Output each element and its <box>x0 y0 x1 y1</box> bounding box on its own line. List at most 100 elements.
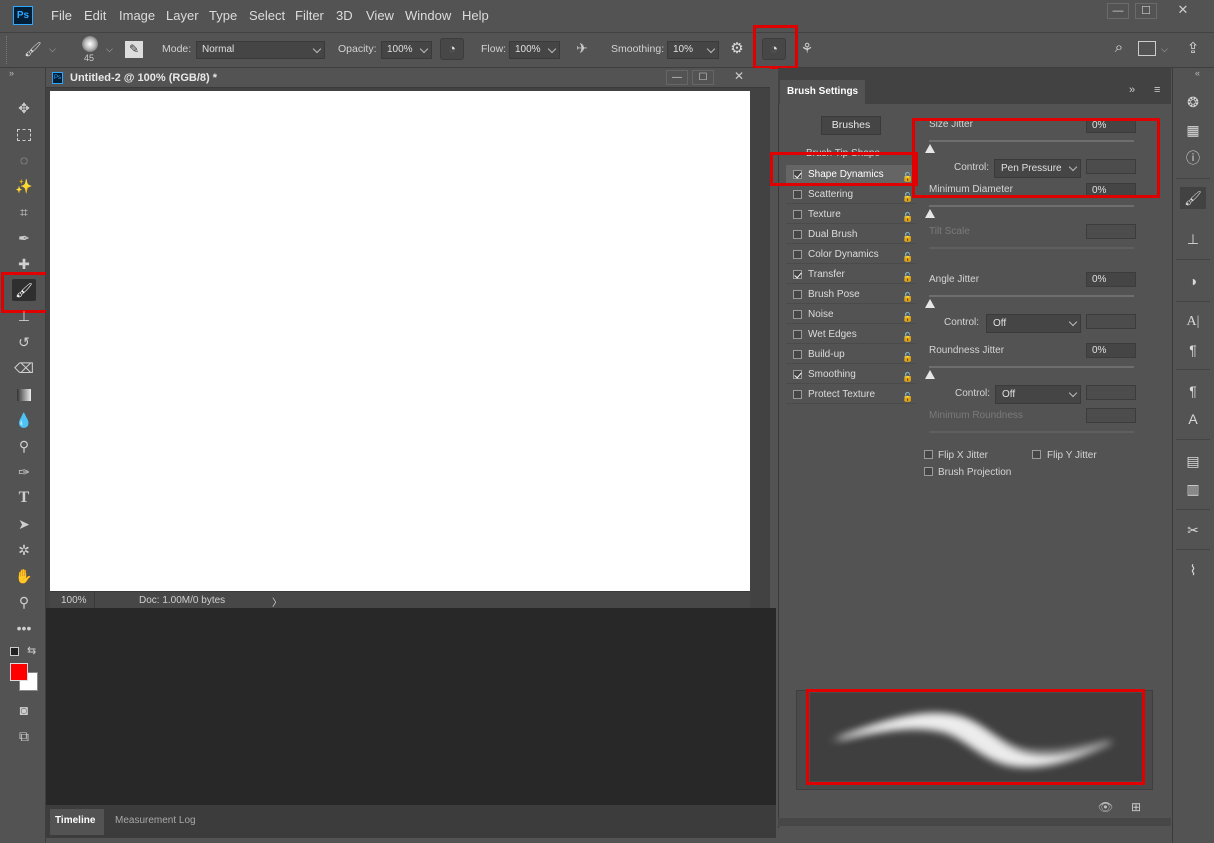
checkbox-shape-dynamics[interactable] <box>793 170 802 179</box>
type-tool-icon[interactable]: T <box>12 487 36 509</box>
list-item-color-dynamics[interactable]: Color Dynamics 🔓 <box>786 245 916 264</box>
lock-icon[interactable]: 🔓 <box>902 208 913 222</box>
navigator-icon[interactable]: ❂ <box>1180 91 1206 113</box>
lock-icon[interactable]: 🔓 <box>902 228 913 242</box>
roundness-control-select[interactable]: Off <box>995 385 1081 404</box>
zoom-level[interactable]: 100% <box>61 595 87 606</box>
options-grip[interactable] <box>6 36 8 64</box>
smoothing-field[interactable]: 10% <box>667 41 719 59</box>
more-tools-icon[interactable]: ••• <box>12 617 36 639</box>
default-colors-icon[interactable] <box>10 647 19 656</box>
brush-tip-preview-icon[interactable] <box>82 36 98 52</box>
lock-icon[interactable]: 🔓 <box>902 388 913 402</box>
histogram-icon[interactable]: ▦ <box>1180 119 1206 141</box>
checkbox-noise[interactable] <box>793 310 802 319</box>
info-icon[interactable]: ⓘ <box>1180 147 1206 169</box>
list-item-build-up[interactable]: Build-up 🔓 <box>786 345 916 364</box>
list-item-brush-pose[interactable]: Brush Pose 🔓 <box>786 285 916 304</box>
roundness-jitter-slider-knob[interactable] <box>925 370 935 379</box>
menu-3d[interactable]: 3D <box>336 8 353 23</box>
chevron-down-icon[interactable]: ⌵ <box>106 44 116 54</box>
document-tab[interactable]: Ps Untitled-2 @ 100% (RGB/8) * — ☐ ✕ <box>46 68 770 88</box>
gradient-tool-icon[interactable] <box>12 383 36 405</box>
minimize-button[interactable]: — <box>1107 3 1129 19</box>
marquee-tool-icon[interactable] <box>12 123 36 145</box>
workspace-icon[interactable] <box>1138 41 1156 56</box>
list-item-wet-edges[interactable]: Wet Edges 🔓 <box>786 325 916 344</box>
size-jitter-slider[interactable] <box>929 140 1134 142</box>
notes-icon[interactable]: ▥ <box>1180 478 1206 500</box>
min-diameter-field[interactable]: 0% <box>1086 183 1136 198</box>
menu-filter[interactable]: Filter <box>295 8 324 23</box>
swap-colors-icon[interactable]: ⇆ <box>27 644 36 657</box>
close-button[interactable]: ✕ <box>1163 3 1203 19</box>
angle-jitter-field[interactable]: 0% <box>1086 272 1136 287</box>
pen-tool-icon[interactable]: ✑ <box>12 461 36 483</box>
checkbox-dual-brush[interactable] <box>793 230 802 239</box>
roundness-jitter-slider[interactable] <box>929 366 1134 368</box>
lock-icon[interactable]: 🔓 <box>902 308 913 322</box>
list-item-dual-brush[interactable]: Dual Brush 🔓 <box>786 225 916 244</box>
tool-presets-icon[interactable]: ✂ <box>1180 519 1206 541</box>
roundness-jitter-field[interactable]: 0% <box>1086 343 1136 358</box>
blur-tool-icon[interactable]: 💧 <box>12 409 36 431</box>
menu-window[interactable]: Window <box>405 8 451 23</box>
chevron-right-icon[interactable]: 〉 <box>272 594 282 609</box>
checkbox-smoothing[interactable] <box>793 370 802 379</box>
tab-measurement-log[interactable]: Measurement Log <box>115 809 196 835</box>
checkbox-wet-edges[interactable] <box>793 330 802 339</box>
list-item-transfer[interactable]: Transfer 🔓 <box>786 265 916 284</box>
gear-icon[interactable]: ⚙ <box>727 39 747 59</box>
list-item-shape-dynamics[interactable]: Shape Dynamics 🔓 <box>786 165 916 184</box>
pressure-size-icon[interactable]: ◔ <box>762 38 786 60</box>
lock-icon[interactable]: 🔓 <box>902 188 913 202</box>
airbrush-icon[interactable]: ✈ <box>571 40 593 60</box>
brush-tip-shape-item[interactable]: Brush Tip Shape <box>806 148 880 159</box>
hand-tool-icon[interactable]: ✋ <box>12 565 36 587</box>
lock-icon[interactable]: 🔓 <box>902 168 913 182</box>
lasso-tool-icon[interactable]: ◌ <box>12 149 36 171</box>
menu-edit[interactable]: Edit <box>84 8 106 23</box>
flip-x-checkbox[interactable] <box>924 450 933 459</box>
lock-icon[interactable]: 🔓 <box>902 288 913 302</box>
search-icon[interactable]: ⌕ <box>1109 39 1129 59</box>
menu-help[interactable]: Help <box>462 8 489 23</box>
angle-jitter-slider[interactable] <box>929 295 1134 297</box>
menu-type[interactable]: Type <box>209 8 237 23</box>
panel-menu-icon[interactable]: ≡ <box>1154 84 1160 96</box>
tab-brush-settings[interactable]: Brush Settings <box>780 80 865 104</box>
path-selection-tool-icon[interactable]: ➤ <box>12 513 36 535</box>
lock-icon[interactable]: 🔓 <box>902 348 913 362</box>
size-jitter-field[interactable]: 0% <box>1086 118 1136 133</box>
collapse-toolbar-icon[interactable]: » <box>9 68 14 78</box>
brush-tool-preset-icon[interactable]: 🖌 <box>24 41 44 59</box>
size-jitter-slider-knob[interactable] <box>925 144 935 153</box>
menu-select[interactable]: Select <box>249 8 285 23</box>
history-brush-tool-icon[interactable]: ↺ <box>12 331 36 353</box>
brush-settings-dock-icon[interactable]: 🖌 <box>1180 187 1206 209</box>
checkbox-scattering[interactable] <box>793 190 802 199</box>
chevron-down-icon[interactable]: ⌵ <box>49 44 59 54</box>
brush-projection-checkbox[interactable] <box>924 467 933 476</box>
share-icon[interactable]: ⇪ <box>1183 39 1203 59</box>
character-styles-icon[interactable]: A <box>1180 408 1206 430</box>
chevron-down-icon[interactable]: ⌵ <box>1161 44 1171 54</box>
menu-layer[interactable]: Layer <box>166 8 199 23</box>
menu-image[interactable]: Image <box>119 8 155 23</box>
list-item-smoothing[interactable]: Smoothing 🔓 <box>786 365 916 384</box>
move-tool-icon[interactable]: ✥ <box>12 97 36 119</box>
pressure-opacity-icon[interactable]: ◔ <box>440 38 464 60</box>
clone-source-icon[interactable]: ⊥ <box>1180 228 1206 250</box>
panel-drag-strip[interactable] <box>778 68 1171 78</box>
panel-resize-grip[interactable] <box>778 818 1171 826</box>
paragraph-icon[interactable]: ¶ <box>1180 339 1206 361</box>
checkbox-brush-pose[interactable] <box>793 290 802 299</box>
mode-select[interactable]: Normal <box>196 41 325 59</box>
angle-jitter-slider-knob[interactable] <box>925 299 935 308</box>
doc-close-button[interactable]: ✕ <box>728 70 750 85</box>
checkbox-protect-texture[interactable] <box>793 390 802 399</box>
lock-icon[interactable]: 🔓 <box>902 248 913 262</box>
clone-stamp-tool-icon[interactable]: ⊥ <box>12 305 36 327</box>
flow-field[interactable]: 100% <box>509 41 560 59</box>
brush-panel-toggle-icon[interactable]: ✎ <box>125 41 143 58</box>
